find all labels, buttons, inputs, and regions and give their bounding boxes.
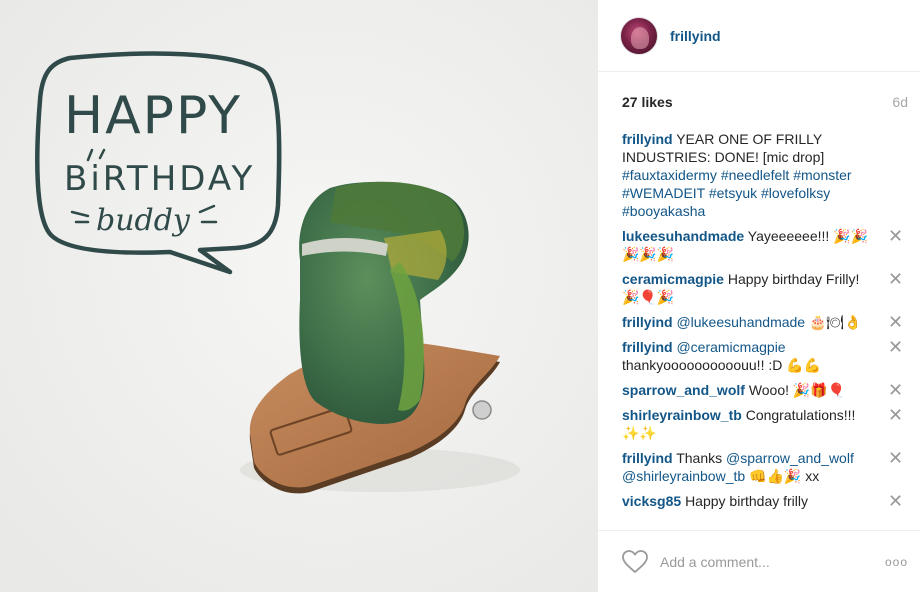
comment-footer: ooo (598, 530, 920, 592)
delete-comment-icon[interactable]: ✕ (888, 338, 903, 356)
caption-username-link[interactable]: frillyind (622, 131, 673, 147)
comment-mention-link[interactable]: @sparrow_and_wolf (726, 450, 854, 466)
photo-illustration: HAPPY BiRTHDAY buddy (0, 0, 598, 592)
comment-item: frillyind @lukeesuhandmade 🎂🍽👌 ✕ (622, 313, 908, 331)
comment-text: Happy birthday frilly (685, 493, 808, 509)
comment-username-link[interactable]: frillyind (622, 314, 673, 330)
instagram-post-modal: HAPPY BiRTHDAY buddy frillyind 27 likes … (0, 0, 920, 592)
comment-username-link[interactable]: vicksg85 (622, 493, 681, 509)
caption-hashtags[interactable]: #fauxtaxidermy #needlefelt #monster #WEM… (622, 167, 852, 219)
comment-item: lukeesuhandmade Yayeeeeee!!! 🎉🎉🎉🎉🎉 ✕ (622, 227, 908, 263)
bubble-text-birthday: BiRTHDAY (64, 159, 255, 199)
post-age[interactable]: 6d (892, 94, 908, 110)
caption: frillyind YEAR ONE OF FRILLY INDUSTRIES:… (622, 130, 908, 220)
comment-username-link[interactable]: ceramicmagpie (622, 271, 724, 287)
comment-username-link[interactable]: shirleyrainbow_tb (622, 407, 742, 423)
likes-row: 27 likes 6d (598, 72, 920, 132)
comment-item: sparrow_and_wolf Wooo! 🎉🎁🎈 ✕ (622, 381, 908, 399)
comment-mention-link[interactable]: @lukeesuhandmade (676, 314, 805, 330)
bubble-text-buddy: buddy (96, 203, 191, 238)
delete-comment-icon[interactable]: ✕ (888, 227, 903, 245)
delete-comment-icon[interactable]: ✕ (888, 381, 903, 399)
more-options-icon[interactable]: ooo (885, 555, 908, 569)
comment-username-link[interactable]: lukeesuhandmade (622, 228, 744, 244)
comment-text: 👊👍🎉 xx (749, 468, 820, 484)
comment-item: frillyind Thanks @sparrow_and_wolf @shir… (622, 449, 908, 485)
delete-comment-icon[interactable]: ✕ (888, 406, 903, 424)
post-header: frillyind (598, 0, 920, 72)
post-details-panel: frillyind 27 likes 6d frillyind YEAR ONE… (598, 0, 920, 592)
comment-username-link[interactable]: frillyind (622, 339, 673, 355)
comment-username-link[interactable]: frillyind (622, 450, 673, 466)
comment-username-link[interactable]: sparrow_and_wolf (622, 382, 745, 398)
comment-item: frillyind @ceramicmagpie thankyooooooooo… (622, 338, 908, 374)
delete-comment-icon[interactable]: ✕ (888, 270, 903, 288)
comment-text: 🎂🍽👌 (808, 314, 862, 330)
heart-icon[interactable] (622, 549, 648, 574)
delete-comment-icon[interactable]: ✕ (888, 449, 903, 467)
comment-item: ceramicmagpie Happy birthday Frilly! 🎉🎈🎉… (622, 270, 908, 306)
avatar[interactable] (620, 16, 658, 55)
comment-mention-link[interactable]: @ceramicmagpie (676, 339, 785, 355)
bubble-text-happy: HAPPY (64, 86, 242, 146)
comment-text: thankyoooooooooouu!! :D 💪💪 (622, 357, 822, 373)
comment-mention-link[interactable]: @shirleyrainbow_tb (622, 468, 745, 484)
post-photo: HAPPY BiRTHDAY buddy (0, 0, 598, 592)
delete-comment-icon[interactable]: ✕ (888, 313, 903, 331)
comment-prefix-text: Thanks (676, 450, 723, 466)
header-username-link[interactable]: frillyind (670, 28, 721, 44)
comment-text: Wooo! 🎉🎁🎈 (748, 382, 846, 398)
comment-item: vicksg85 Happy birthday frilly ✕ (622, 492, 908, 510)
likes-count[interactable]: 27 likes (622, 94, 673, 110)
delete-comment-icon[interactable]: ✕ (888, 492, 903, 510)
comment-item: shirleyrainbow_tb Congratulations!!! ✨✨ … (622, 406, 908, 442)
add-comment-input[interactable] (660, 553, 860, 570)
comments-list[interactable]: frillyind YEAR ONE OF FRILLY INDUSTRIES:… (622, 130, 908, 528)
